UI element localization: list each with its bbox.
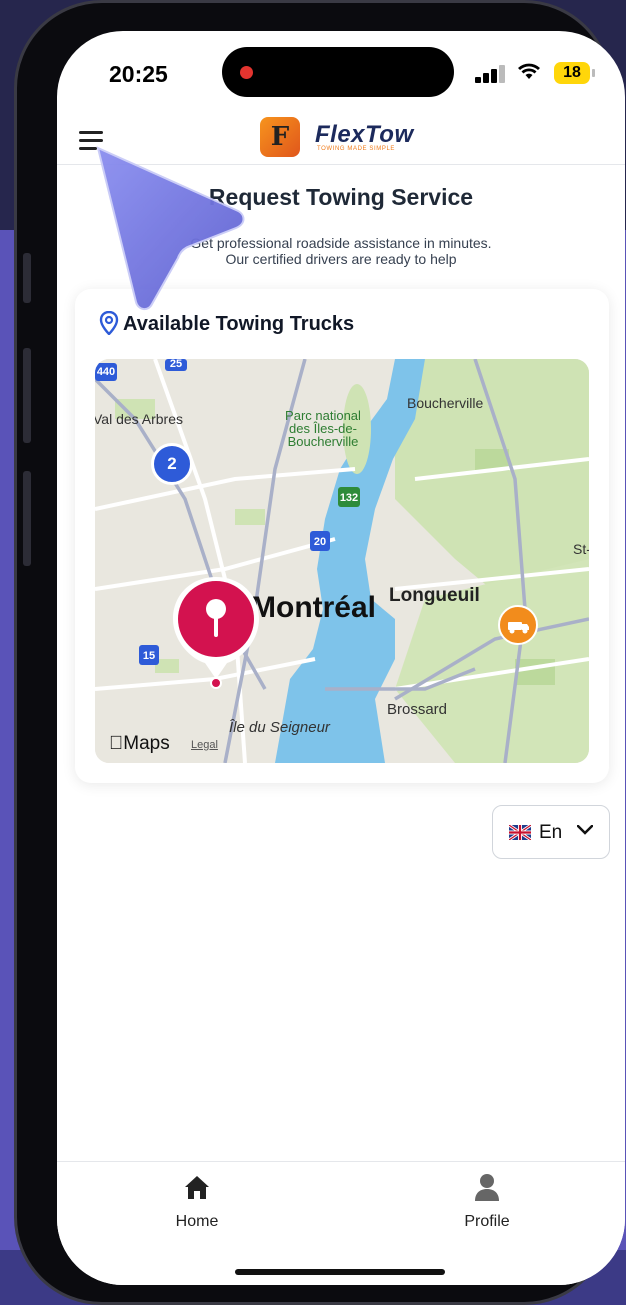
home-indicator <box>235 1269 445 1275</box>
tab-profile[interactable]: Profile <box>427 1172 547 1231</box>
tab-profile-label: Profile <box>464 1213 510 1230</box>
battery-icon: 18 <box>554 62 590 84</box>
volume-down-button <box>23 471 31 566</box>
wifi-icon <box>517 61 541 87</box>
bottom-tab-bar: Home Profile <box>57 1161 625 1285</box>
signal-icon <box>475 65 509 83</box>
highway-shield-15: 15 <box>139 645 159 665</box>
brand-name: FlexTow <box>315 121 414 148</box>
chevron-down-icon <box>577 825 593 835</box>
maps-attribution-text: Maps <box>109 733 169 754</box>
dynamic-island <box>222 47 454 97</box>
brand-tagline: TOWING MADE SIMPLE <box>317 146 396 152</box>
route-shield-132: 132 <box>338 487 360 507</box>
highway-shield-440: 440 <box>95 363 117 381</box>
map-label-st-m: St-M <box>573 541 589 557</box>
map-label-longueuil: Longueuil <box>389 585 480 606</box>
truck-cluster-marker[interactable]: 2 <box>151 443 193 485</box>
language-label: En <box>539 822 563 843</box>
status-time: 20:25 <box>109 61 168 87</box>
flextow-logo-icon: F <box>260 117 300 157</box>
user-location-pin-icon[interactable] <box>169 575 263 695</box>
tab-home[interactable]: Home <box>137 1172 257 1231</box>
user-icon <box>475 1174 499 1201</box>
map-view[interactable]: Val des Arbres Boucherville Parc nationa… <box>95 359 589 763</box>
status-bar: 20:25 18 <box>57 31 625 111</box>
recording-dot-icon <box>240 66 253 79</box>
highway-shield-25: 25 <box>165 359 187 371</box>
home-icon <box>185 1176 209 1199</box>
map-label-boucherville: Boucherville <box>407 395 484 411</box>
map-label-city: Montréal <box>251 591 377 624</box>
apple-maps-attribution: Maps <box>109 733 170 755</box>
tab-home-label: Home <box>175 1213 219 1230</box>
map-label-brossard: Brossard <box>387 701 448 718</box>
pointer-cursor-icon <box>96 146 245 310</box>
mute-switch <box>23 253 31 303</box>
volume-up-button <box>23 348 31 443</box>
highway-shield-20: 20 <box>310 531 330 551</box>
tow-truck-marker-icon[interactable] <box>498 605 538 645</box>
map-label-park: Parc national des Îles-de-Boucherville <box>285 408 361 449</box>
trucks-card: Available Towing Trucks Val des Arbres B… <box>75 289 609 783</box>
apple-logo-icon:  <box>109 733 123 754</box>
map-label-val-des-arbres: Val des Arbres <box>95 411 184 427</box>
battery-cap <box>592 69 595 77</box>
uk-flag-icon <box>509 825 531 840</box>
language-selector[interactable]: En <box>492 805 610 859</box>
map-label-ile-du-seigneur: Île du Seigneur <box>229 719 330 736</box>
map-legal-link[interactable]: Legal <box>191 739 218 751</box>
